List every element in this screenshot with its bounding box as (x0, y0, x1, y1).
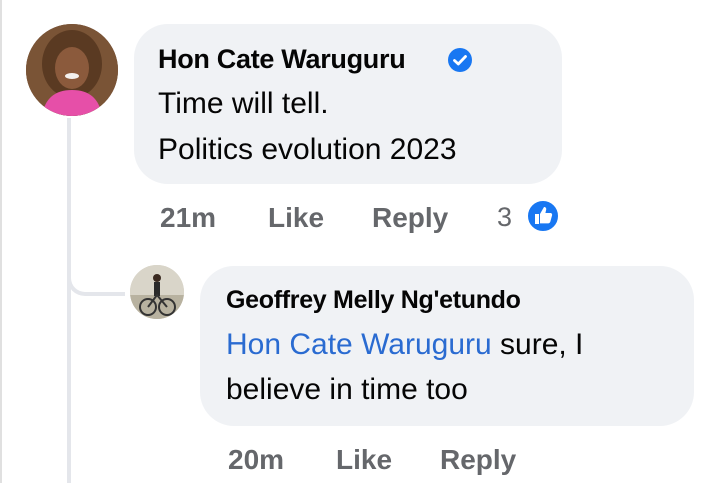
comment-text-line: Politics evolution 2023 (158, 133, 457, 166)
reply-button[interactable]: Reply (372, 202, 448, 234)
avatar[interactable] (26, 24, 118, 116)
thread-line (67, 118, 71, 483)
reply-reply-button[interactable]: Reply (440, 444, 516, 476)
reply-text: sure, I (491, 328, 584, 361)
reply-like-button[interactable]: Like (336, 444, 392, 476)
thread-branch (67, 262, 125, 296)
reply-avatar[interactable] (130, 265, 184, 319)
comment-author[interactable]: Hon Cate Waruguru (158, 44, 406, 75)
like-button[interactable]: Like (268, 202, 324, 234)
comment-text-line: Time will tell. (158, 87, 329, 120)
comment-timestamp[interactable]: 21m (160, 202, 216, 234)
reaction-count[interactable]: 3 (497, 202, 512, 233)
reply-text-line: Hon Cate Waruguru sure, I (226, 323, 583, 367)
reply-author[interactable]: Geoffrey Melly Ng'etundo (226, 286, 521, 315)
verified-badge-icon (448, 48, 472, 72)
like-reaction-icon[interactable] (525, 198, 561, 234)
left-border (0, 0, 2, 483)
reply-timestamp[interactable]: 20m (228, 444, 284, 476)
mention-link[interactable]: Hon Cate Waruguru (226, 328, 492, 361)
reply-text-line: believe in time too (226, 373, 468, 406)
